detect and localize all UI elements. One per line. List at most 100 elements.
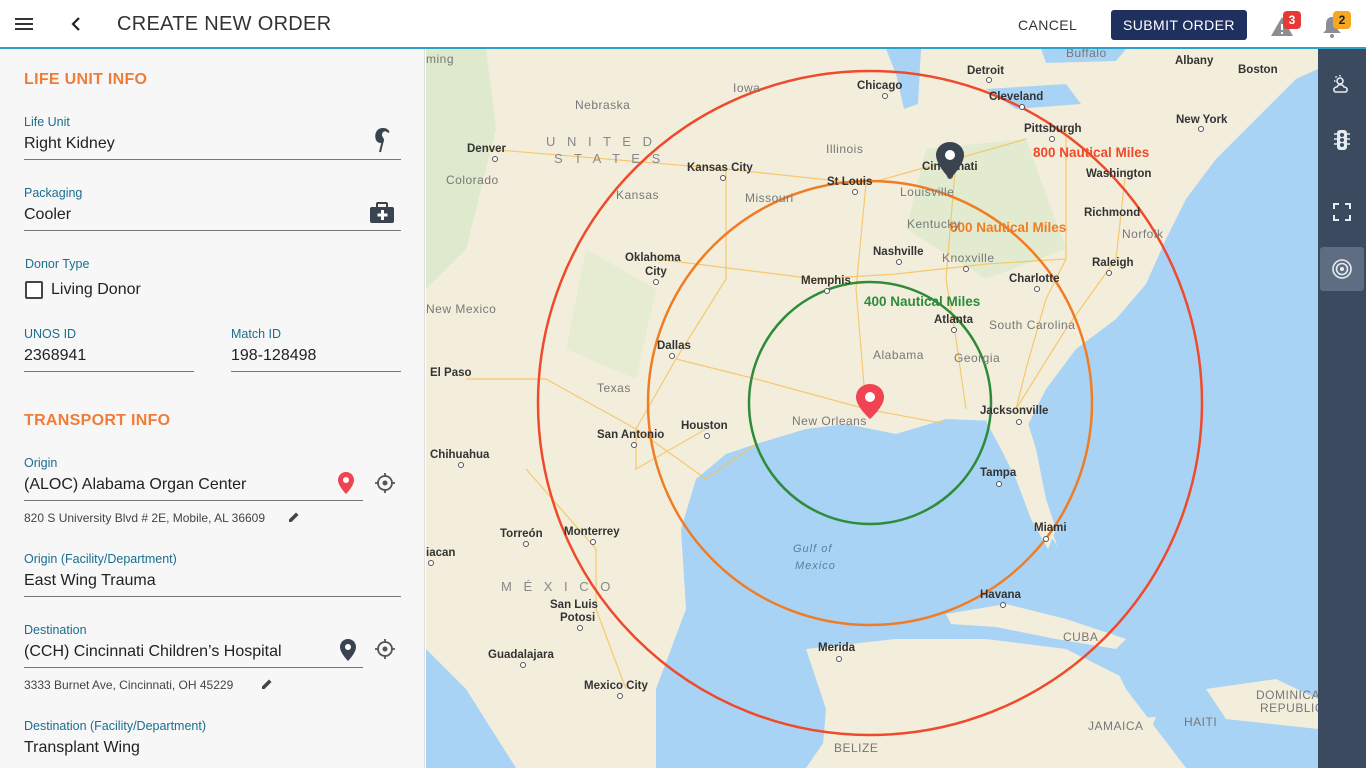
place-label: Havana xyxy=(980,589,1022,601)
back-arrow-icon[interactable] xyxy=(64,12,88,36)
map-view[interactable]: 800 Nautical Miles 600 Nautical Miles 40… xyxy=(426,49,1318,768)
notifications-count-badge: 2 xyxy=(1333,11,1351,29)
destination-locate-icon[interactable] xyxy=(374,638,396,665)
water-label: Gulf of xyxy=(793,543,832,555)
weather-icon[interactable] xyxy=(1320,63,1364,107)
place-label: DOMINICAN xyxy=(1256,688,1318,702)
destination-field[interactable]: (CCH) Cincinnati Children’s Hospital xyxy=(24,643,282,661)
origin-locate-icon[interactable] xyxy=(374,472,396,499)
origin-dept-label: Origin (Facility/Department) xyxy=(24,552,177,566)
place-label: Torreón xyxy=(500,528,543,540)
place-label: New Orleans xyxy=(792,414,867,428)
destination-label: Destination xyxy=(24,623,87,637)
place-label: iacan xyxy=(426,547,455,559)
place-label: Boston xyxy=(1238,64,1278,76)
life-unit-info-heading: LIFE UNIT INFO xyxy=(24,71,148,88)
top-app-bar: CREATE NEW ORDER CANCEL SUBMIT ORDER 3 2 xyxy=(0,0,1366,49)
living-donor-checkbox[interactable] xyxy=(25,281,43,299)
match-id-field[interactable]: 198-128498 xyxy=(231,347,316,365)
place-label: Jacksonville xyxy=(980,405,1048,417)
life-unit-field[interactable]: Right Kidney xyxy=(24,135,115,153)
alerts-button[interactable]: 3 xyxy=(1270,11,1306,42)
match-id-underline xyxy=(231,371,401,372)
submit-order-button[interactable]: SUBMIT ORDER xyxy=(1111,10,1247,40)
place-label: Houston xyxy=(681,420,728,432)
place-label: CUBA xyxy=(1063,630,1098,644)
packaging-underline xyxy=(24,230,401,231)
medical-kit-icon xyxy=(368,201,396,230)
unos-id-label: UNOS ID xyxy=(24,327,77,341)
origin-underline xyxy=(24,500,363,501)
place-label: South Carolina xyxy=(989,318,1075,332)
unos-id-field[interactable]: 2368941 xyxy=(24,347,86,365)
donor-type-label: Donor Type xyxy=(25,257,90,271)
place-label: Raleigh xyxy=(1092,257,1134,269)
packaging-field[interactable]: Cooler xyxy=(24,206,71,224)
map-canvas[interactable]: 800 Nautical Miles 600 Nautical Miles 40… xyxy=(426,49,1318,768)
destination-pin-icon[interactable] xyxy=(338,638,358,667)
ring-400nm-label: 400 Nautical Miles xyxy=(864,294,980,309)
place-label: Colorado xyxy=(446,173,499,187)
traffic-icon[interactable] xyxy=(1320,118,1364,162)
place-label: Washington xyxy=(1086,168,1151,180)
origin-dept-underline xyxy=(24,596,401,597)
place-label: Nashville xyxy=(873,246,924,258)
place-label: El Paso xyxy=(430,367,472,379)
place-label: Texas xyxy=(597,381,631,395)
destination-address: 3333 Burnet Ave, Cincinnati, OH 45229 xyxy=(24,678,234,692)
place-label: Dallas xyxy=(657,340,691,352)
place-label: Nebraska xyxy=(575,98,630,112)
place-label: Louisville xyxy=(900,185,954,199)
place-label: New Mexico xyxy=(426,302,496,316)
edit-destination-address-icon[interactable] xyxy=(260,677,274,696)
map-tools-rail xyxy=(1318,49,1366,768)
place-label: REPUBLIC xyxy=(1260,701,1318,715)
place-label: Cleveland xyxy=(989,91,1043,103)
edit-origin-address-icon[interactable] xyxy=(287,510,301,529)
origin-dept-field[interactable]: East Wing Trauma xyxy=(24,572,156,590)
place-label: San Antonio xyxy=(597,429,664,441)
place-label: JAMAICA xyxy=(1088,719,1144,733)
place-label: Norfolk xyxy=(1122,227,1164,241)
place-label: Chicago xyxy=(857,80,902,92)
place-label: New York xyxy=(1176,114,1228,126)
place-label: Kansas City xyxy=(687,162,753,174)
kidney-icon xyxy=(372,126,394,159)
alerts-count-badge: 3 xyxy=(1283,11,1301,29)
place-label: ming xyxy=(426,52,454,66)
place-label: Memphis xyxy=(801,275,851,287)
place-label: Richmond xyxy=(1084,207,1140,219)
fullscreen-icon[interactable] xyxy=(1320,190,1364,234)
notifications-button[interactable]: 2 xyxy=(1320,11,1356,42)
cancel-button[interactable]: CANCEL xyxy=(1004,10,1091,40)
radius-icon[interactable] xyxy=(1320,247,1364,291)
life-unit-underline xyxy=(24,159,401,160)
menu-icon[interactable] xyxy=(12,12,36,36)
place-label: Guadalajara xyxy=(488,649,554,661)
place-label: Charlotte xyxy=(1009,273,1059,285)
place-label: Knoxville xyxy=(942,251,995,265)
transport-info-heading: TRANSPORT INFO xyxy=(24,412,171,429)
place-label: Merida xyxy=(818,642,856,654)
order-form-panel: LIFE UNIT INFO Life Unit Right Kidney Pa… xyxy=(0,49,425,768)
ring-600nm-label: 600 Nautical Miles xyxy=(950,220,1066,235)
packaging-label: Packaging xyxy=(24,186,83,200)
origin-pin-icon[interactable] xyxy=(336,471,356,500)
ring-800nm-label: 800 Nautical Miles xyxy=(1033,145,1149,160)
living-donor-label[interactable]: Living Donor xyxy=(51,281,141,299)
place-label: San Luis xyxy=(550,599,598,611)
match-id-label: Match ID xyxy=(231,327,282,341)
destination-underline xyxy=(24,667,363,668)
origin-field[interactable]: (ALOC) Alabama Organ Center xyxy=(24,476,246,494)
place-label: Buffalo xyxy=(1066,49,1107,60)
place-label: Denver xyxy=(467,143,507,155)
destination-dept-field[interactable]: Transplant Wing xyxy=(24,739,140,757)
origin-label: Origin xyxy=(24,456,58,470)
place-label: Albany xyxy=(1175,55,1214,67)
place-label: Atlanta xyxy=(934,314,974,326)
country-label: U N I T E D xyxy=(546,134,656,149)
life-unit-label: Life Unit xyxy=(24,115,70,129)
place-label: Monterrey xyxy=(564,526,620,538)
origin-address: 820 S University Blvd # 2E, Mobile, AL 3… xyxy=(24,511,266,525)
country-label: S T A T E S xyxy=(554,151,664,166)
